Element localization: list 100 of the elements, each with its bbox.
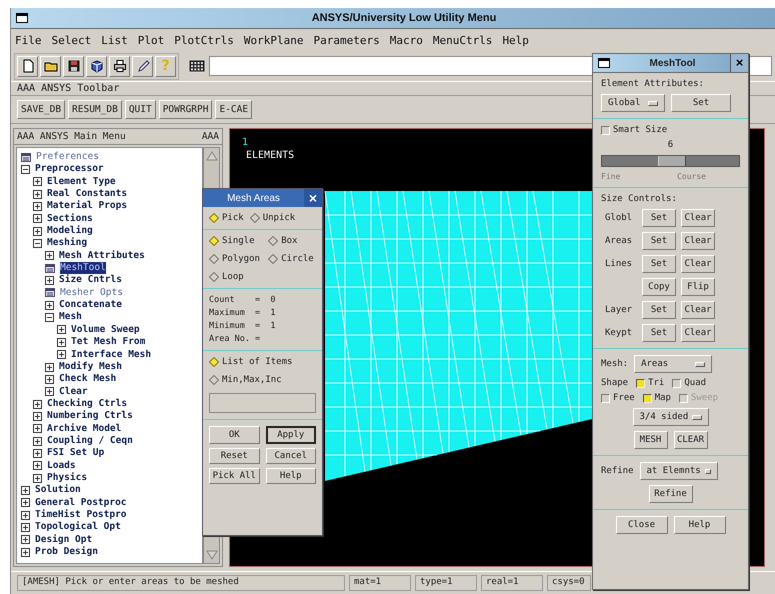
folder-icon[interactable] xyxy=(40,56,61,76)
menu-item[interactable]: Topological Opt xyxy=(35,521,121,534)
menu-item[interactable]: General Postproc xyxy=(35,496,127,509)
dropdown[interactable]: at Elemnts xyxy=(640,462,718,480)
radio-label[interactable]: Pick xyxy=(222,213,244,223)
menu-item[interactable]: Check Mesh xyxy=(59,373,116,386)
menu-item[interactable]: MenuCtrls xyxy=(432,34,492,46)
pick-input-field[interactable] xyxy=(209,393,316,413)
size-control-button[interactable]: Clear xyxy=(681,301,715,319)
checkbox-label[interactable]: Map xyxy=(654,393,671,403)
dialog-button[interactable]: Reset xyxy=(209,448,260,464)
menu-item[interactable]: Archive Model xyxy=(47,422,122,435)
size-control-button[interactable]: Clear xyxy=(681,232,715,250)
toolbar-button[interactable]: E-CAE xyxy=(215,100,252,119)
radio-label[interactable]: Circle xyxy=(281,254,314,264)
size-control-button[interactable]: Clear xyxy=(681,209,715,227)
menu-item[interactable]: Element Type xyxy=(47,176,116,188)
expand-icon[interactable] xyxy=(45,300,54,310)
checkbox[interactable] xyxy=(601,126,610,134)
size-control-button[interactable]: Clear xyxy=(681,324,715,342)
radio-label[interactable]: Loop xyxy=(222,272,244,282)
mesh-button[interactable]: MESH xyxy=(634,431,668,449)
cube-icon[interactable] xyxy=(86,56,107,76)
menu-item[interactable]: Concatenate xyxy=(59,299,122,312)
window-button[interactable]: Help xyxy=(674,516,726,534)
expand-icon[interactable] xyxy=(33,448,42,458)
menu-item[interactable]: Parameters xyxy=(313,34,380,46)
menu-item[interactable]: Select xyxy=(52,34,92,46)
expand-icon[interactable] xyxy=(33,190,42,199)
size-control-button[interactable]: Set xyxy=(642,232,676,250)
menu-item[interactable]: PlotCtrls xyxy=(174,34,234,46)
close-button[interactable]: × xyxy=(730,54,748,72)
expand-icon[interactable] xyxy=(21,510,30,520)
printer-icon[interactable] xyxy=(109,56,130,76)
dropdown[interactable]: Areas xyxy=(634,355,712,373)
dialog-button[interactable]: Help xyxy=(266,468,316,484)
menu-item[interactable]: Numbering Ctrls xyxy=(47,410,133,423)
radio-label[interactable]: Polygon xyxy=(222,254,260,264)
menu-item[interactable]: Interface Mesh xyxy=(71,348,152,361)
expand-icon[interactable] xyxy=(33,461,42,470)
menu-item[interactable]: Macro xyxy=(390,34,423,46)
expand-icon[interactable] xyxy=(21,548,30,557)
refine-button[interactable]: Refine xyxy=(648,485,692,503)
menu-item[interactable]: Preferences xyxy=(36,151,99,164)
radio-label[interactable]: Single xyxy=(222,236,255,246)
expand-icon[interactable] xyxy=(33,474,42,483)
dropdown[interactable]: Global xyxy=(601,94,665,112)
menu-item[interactable]: Prob Design xyxy=(35,546,98,558)
dialog-button[interactable]: Pick All xyxy=(209,468,260,484)
expand-icon[interactable] xyxy=(45,374,54,384)
slider-track[interactable] xyxy=(601,155,740,167)
expand-icon[interactable] xyxy=(45,387,54,396)
menu-item[interactable]: Real Constants xyxy=(47,188,128,200)
expand-icon[interactable] xyxy=(57,350,66,360)
radio-label[interactable]: Min,Max,Inc xyxy=(222,375,282,385)
menu-item[interactable]: List xyxy=(101,34,128,46)
expand-icon[interactable] xyxy=(33,412,42,421)
expand-icon[interactable] xyxy=(33,424,42,434)
collapse-icon[interactable] xyxy=(21,165,30,174)
expand-icon[interactable] xyxy=(45,251,54,260)
checkbox[interactable] xyxy=(672,378,682,388)
expand-icon[interactable] xyxy=(33,202,42,212)
checkbox[interactable] xyxy=(636,378,646,388)
expand-icon[interactable] xyxy=(33,214,42,224)
menu-item[interactable]: Mesher Opts xyxy=(60,286,123,300)
dialog-button[interactable]: Apply xyxy=(266,426,316,444)
menu-item[interactable]: Physics xyxy=(47,472,88,484)
menu-item[interactable]: Tet Mesh From xyxy=(71,336,146,348)
size-control-button[interactable]: Set xyxy=(642,209,676,227)
toolbar-button[interactable]: SAVE_DB xyxy=(17,100,66,119)
radio-button[interactable] xyxy=(209,254,219,264)
radio-label[interactable]: Unpick xyxy=(262,213,296,223)
radio-button[interactable] xyxy=(209,357,219,367)
radio-button[interactable] xyxy=(209,213,219,223)
menu-item[interactable]: WorkPlane xyxy=(244,34,304,46)
toolbar-button[interactable]: QUIT xyxy=(124,100,156,119)
pen-icon[interactable] xyxy=(132,56,153,76)
menu-item[interactable]: Size Cntrls xyxy=(59,274,122,287)
dialog-button[interactable]: Cancel xyxy=(266,448,316,464)
menu-item[interactable]: Loads xyxy=(47,460,76,472)
menu-item[interactable]: Meshing xyxy=(47,237,88,250)
radio-button[interactable] xyxy=(250,213,260,223)
expand-icon[interactable] xyxy=(57,338,66,347)
checkbox-label[interactable]: Free xyxy=(613,393,635,403)
mesh-button[interactable]: CLEAR xyxy=(674,431,708,449)
expand-icon[interactable] xyxy=(33,400,42,409)
expand-icon[interactable] xyxy=(21,522,30,532)
size-control-button[interactable]: Clear xyxy=(681,255,715,273)
menu-item[interactable]: Help xyxy=(502,34,529,46)
window-button[interactable]: Close xyxy=(616,516,668,534)
size-control-button[interactable]: Set xyxy=(642,324,676,342)
radio-label[interactable]: Box xyxy=(281,236,298,246)
radio-button[interactable] xyxy=(268,236,278,246)
menu-item[interactable]: Sections xyxy=(47,212,93,226)
radio-button[interactable] xyxy=(209,236,219,246)
menu-item[interactable]: Modeling xyxy=(47,225,93,238)
expand-icon[interactable] xyxy=(33,226,42,236)
expand-icon[interactable] xyxy=(33,177,42,186)
new-file-icon[interactable] xyxy=(17,56,38,76)
menu-item[interactable]: Volume Sweep xyxy=(71,324,140,336)
